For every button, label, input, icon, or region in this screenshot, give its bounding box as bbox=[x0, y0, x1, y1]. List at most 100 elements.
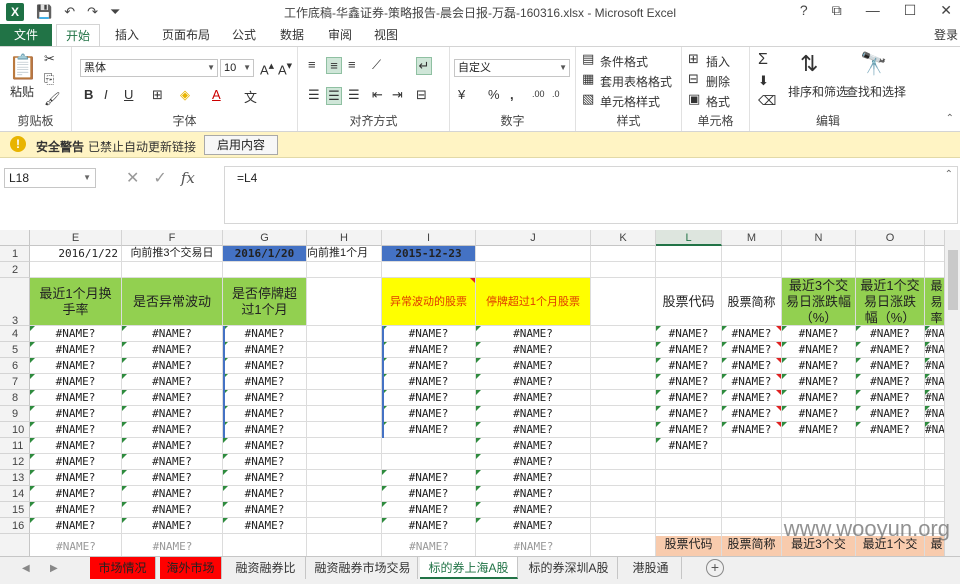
cell[interactable] bbox=[591, 534, 656, 556]
column-header-g[interactable]: G bbox=[223, 230, 307, 246]
cell-partial[interactable]: #NAME? bbox=[122, 540, 223, 556]
increase-font-icon[interactable]: A▴ bbox=[260, 59, 274, 77]
font-name-select[interactable]: 黑体 ▼ bbox=[80, 59, 218, 77]
cell-h1[interactable]: 向前推1个月 bbox=[307, 246, 382, 262]
cell[interactable] bbox=[223, 262, 307, 278]
cell[interactable] bbox=[656, 454, 722, 470]
row-header-4[interactable]: 4 bbox=[0, 326, 30, 342]
cell[interactable] bbox=[307, 406, 382, 422]
sheet-tab-shenzhen[interactable]: 标的券深圳A股 bbox=[520, 557, 618, 579]
cell[interactable] bbox=[656, 470, 722, 486]
align-center-icon[interactable]: ☰ bbox=[326, 87, 342, 105]
cell-m5[interactable]: #NAME? bbox=[722, 342, 782, 358]
maximize-button[interactable]: ☐ bbox=[904, 2, 917, 19]
align-top-icon[interactable]: ≡ bbox=[308, 57, 316, 72]
cell[interactable] bbox=[591, 246, 656, 262]
ribbon-display-button[interactable]: ⧉ bbox=[832, 2, 842, 19]
cell-g15[interactable]: #NAME? bbox=[223, 502, 307, 518]
cell-j10[interactable]: #NAME? bbox=[476, 422, 591, 438]
cell[interactable] bbox=[656, 486, 722, 502]
borders-icon[interactable]: ⊞ bbox=[152, 87, 163, 103]
cell[interactable] bbox=[307, 342, 382, 358]
cell-e11[interactable]: #NAME? bbox=[30, 438, 122, 454]
cell-f14[interactable]: #NAME? bbox=[122, 486, 223, 502]
login-link[interactable]: 登录 bbox=[934, 24, 958, 46]
cell[interactable] bbox=[30, 262, 122, 278]
bold-button[interactable]: B bbox=[84, 87, 93, 102]
cell[interactable] bbox=[307, 390, 382, 406]
cell-partial[interactable]: #NAME? bbox=[382, 540, 476, 556]
cell[interactable] bbox=[591, 278, 656, 326]
cell[interactable] bbox=[307, 438, 382, 454]
row-header-14[interactable]: 14 bbox=[0, 486, 30, 502]
format-table-icon[interactable]: ▦ bbox=[582, 71, 594, 87]
cell-l8[interactable]: #NAME? bbox=[656, 390, 722, 406]
cell[interactable] bbox=[122, 262, 223, 278]
cell[interactable] bbox=[656, 246, 722, 262]
scroll-right-icon[interactable]: ▶ bbox=[50, 563, 58, 574]
cell[interactable] bbox=[722, 454, 782, 470]
cell-i14[interactable]: #NAME? bbox=[382, 486, 476, 502]
cell-e4[interactable]: #NAME? bbox=[30, 326, 122, 342]
cell-e12[interactable]: #NAME? bbox=[30, 454, 122, 470]
cell[interactable] bbox=[591, 470, 656, 486]
cell[interactable] bbox=[656, 262, 722, 278]
cell-e5[interactable]: #NAME? bbox=[30, 342, 122, 358]
cell-e1[interactable]: 2016/1/22 bbox=[30, 246, 122, 262]
cell[interactable] bbox=[591, 342, 656, 358]
tab-view[interactable]: 视图 bbox=[366, 24, 406, 46]
cell-i15[interactable]: #NAME? bbox=[382, 502, 476, 518]
row-header-2[interactable]: 2 bbox=[0, 262, 30, 278]
cell[interactable] bbox=[307, 486, 382, 502]
minimize-button[interactable]: — bbox=[866, 2, 880, 19]
cell[interactable] bbox=[782, 470, 856, 486]
copy-icon[interactable]: ⎘ bbox=[44, 71, 54, 87]
cell-l9[interactable]: #NAME? bbox=[656, 406, 722, 422]
align-right-icon[interactable]: ☰ bbox=[348, 87, 360, 103]
cell-g12[interactable]: #NAME? bbox=[223, 454, 307, 470]
cell-g5[interactable]: #NAME? bbox=[223, 342, 307, 358]
cell-i10[interactable]: #NAME? bbox=[382, 422, 476, 438]
format-cells-button[interactable]: 格式 bbox=[706, 93, 730, 110]
cell[interactable] bbox=[782, 486, 856, 502]
cell-o6[interactable]: #NAME? bbox=[856, 358, 925, 374]
help-button[interactable]: ? bbox=[800, 2, 808, 19]
header-change-1d[interactable]: 最近1个交易日涨跌幅（%） bbox=[856, 278, 925, 326]
cell-f5[interactable]: #NAME? bbox=[122, 342, 223, 358]
cell[interactable] bbox=[591, 454, 656, 470]
cell[interactable] bbox=[307, 262, 382, 278]
formula-input[interactable]: =L4 ⌃ bbox=[224, 166, 958, 224]
cell[interactable] bbox=[856, 486, 925, 502]
scrollbar-thumb[interactable] bbox=[948, 250, 958, 310]
cell[interactable] bbox=[307, 374, 382, 390]
tab-formulas[interactable]: 公式 bbox=[224, 24, 264, 46]
cell-l11[interactable]: #NAME? bbox=[656, 438, 722, 454]
cell-partial[interactable]: #NAME? bbox=[476, 540, 591, 556]
comma-button[interactable]: , bbox=[510, 87, 514, 102]
cell[interactable] bbox=[307, 278, 382, 326]
header-turnover[interactable]: 最近1个月换手率 bbox=[30, 278, 122, 326]
font-size-select[interactable]: 10 ▼ bbox=[220, 59, 254, 77]
collapse-ribbon-icon[interactable]: ⌃ bbox=[946, 113, 954, 124]
header-abnormal-stocks[interactable]: 异常波动的股票 bbox=[382, 278, 476, 326]
cell[interactable] bbox=[307, 534, 382, 556]
cell[interactable] bbox=[722, 262, 782, 278]
fill-color-icon[interactable]: ◈ bbox=[180, 87, 190, 103]
sheet-tab-market[interactable]: 市场情况 bbox=[90, 557, 156, 579]
sort-filter-button[interactable]: 排序和筛选 bbox=[788, 83, 848, 100]
header-abnormal-volatility[interactable]: 是否异常波动 bbox=[122, 278, 223, 326]
column-header-m[interactable]: M bbox=[722, 230, 782, 246]
increase-decimal-icon[interactable]: .00 bbox=[532, 89, 545, 99]
column-header-h[interactable]: H bbox=[307, 230, 382, 246]
cell-f15[interactable]: #NAME? bbox=[122, 502, 223, 518]
cell-g11[interactable]: #NAME? bbox=[223, 438, 307, 454]
row-header-12[interactable]: 12 bbox=[0, 454, 30, 470]
cell-j5[interactable]: #NAME? bbox=[476, 342, 591, 358]
tab-page-layout[interactable]: 页面布局 bbox=[154, 24, 218, 46]
align-bottom-icon[interactable]: ≡ bbox=[348, 57, 356, 72]
row-header[interactable] bbox=[0, 534, 30, 556]
decrease-decimal-icon[interactable]: .0 bbox=[552, 89, 560, 99]
cell-l10[interactable]: #NAME? bbox=[656, 422, 722, 438]
cell[interactable] bbox=[782, 262, 856, 278]
expand-formula-icon[interactable]: ⌃ bbox=[945, 169, 953, 180]
